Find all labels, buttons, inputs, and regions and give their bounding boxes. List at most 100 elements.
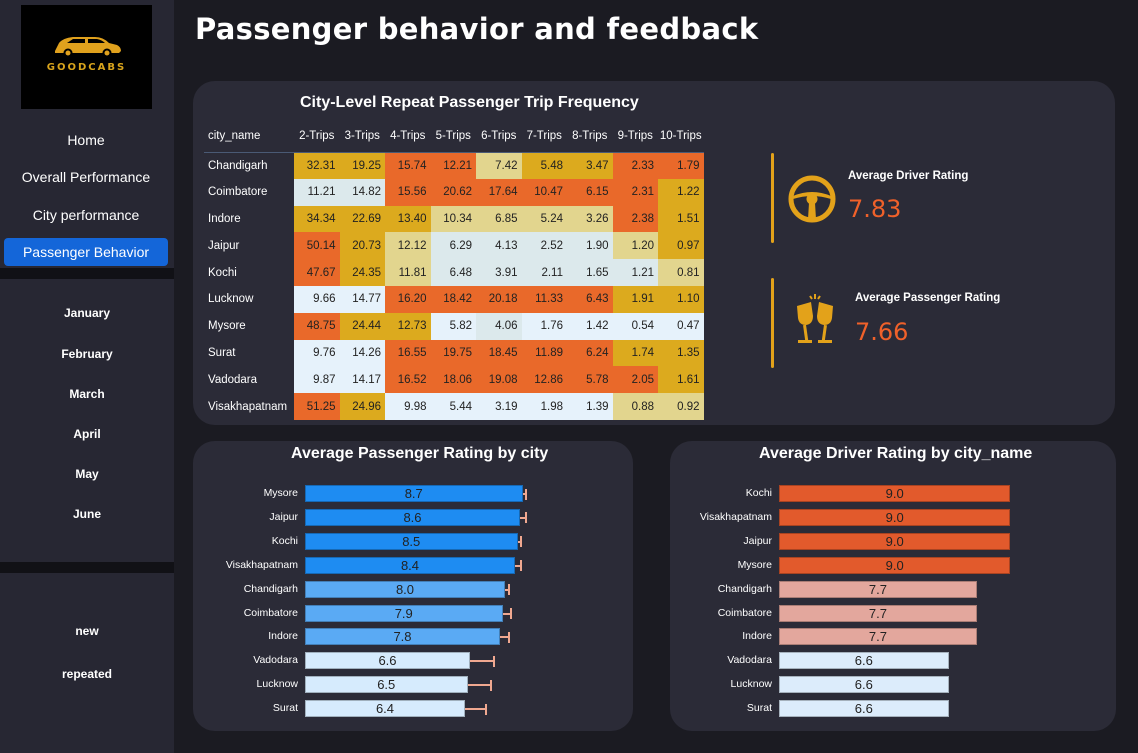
bar-category-label: Chandigarh [717,582,772,595]
heatmap-table: city_name 2-Trips 3-Trips 4-Trips 5-Trips 6-T… [204,121,704,420]
heatmap-cell: 0.54 [612,312,658,340]
heatmap-cell: 0.97 [658,232,704,260]
bar-value-label: 8.6 [403,509,422,525]
heatmap-cell: 0.88 [612,393,658,420]
heatmap-cell: 47.67 [294,259,340,286]
filter-new[interactable]: new [0,624,174,638]
passenger-rating-chart-card: Average Passenger Rating by city Mysore 8… [193,441,633,731]
bar-category-label: Chandigarh [243,582,298,595]
heatmap-cell: 22.69 [339,205,385,233]
nav-city-performance[interactable]: City performance [4,201,168,229]
bar-value-label: 7.7 [868,629,887,645]
row-city-name: Surat [204,339,294,367]
heatmap-cell: 11.89 [521,339,567,367]
month-february[interactable]: February [0,347,174,361]
heatmap-cell: 2.52 [521,232,567,260]
heatmap-cell: 24.44 [339,312,385,340]
heatmap-cell: 15.56 [385,178,431,206]
nav-overall-performance[interactable]: Overall Performance [4,163,168,191]
heatmap-cell: 18.06 [430,366,476,394]
row-city-name: Indore [204,205,294,233]
row-city-name: Lucknow [204,285,294,313]
nav-passenger-behavior[interactable]: Passenger Behavior [4,238,168,266]
heatmap-cell: 1.39 [567,393,613,420]
bar-value-label: 7.7 [868,581,887,597]
bar-category-label: Visakhapatnam [699,510,772,523]
month-march[interactable]: March [0,387,174,401]
nav-home[interactable]: Home [4,126,168,154]
heatmap-cell: 16.55 [385,339,431,367]
filter-repeated[interactable]: repeated [0,667,174,681]
column-header: 6-Trips [481,130,517,143]
table-row: Kochi 47.67 24.35 11.81 6.48 3.91 2.11 1.65 1.21… [204,259,704,286]
column-header: 4-Trips [390,130,426,143]
error-bar-cap [507,584,510,596]
month-june[interactable]: June [0,507,174,521]
steering-wheel-icon [788,175,836,223]
heatmap-cell: 1.74 [612,339,658,367]
bar-value-label: 6.6 [378,653,397,669]
table-row: Vadodara 9.87 14.17 16.52 18.06 19.08 12.86 5.7… [204,366,704,394]
heatmap-cell: 1.61 [658,366,704,394]
heatmap-cell: 18.45 [476,339,522,367]
heatmap-cell: 15.74 [385,151,431,179]
bar-category-label: Visakhapatnam [225,558,298,571]
row-city-name: Chandigarh [204,151,294,179]
heatmap-cell: 2.38 [612,205,658,233]
heatmap-cell: 6.43 [567,285,613,313]
heatmap-cell: 9.66 [294,285,340,313]
heatmap-cell: 20.18 [476,285,522,313]
heatmap-cell: 1.10 [658,285,704,313]
table-row: Visakhapatnam 51.25 24.96 9.98 5.44 3.19 1.98 1… [204,393,704,420]
heatmap-cell: 5.48 [521,151,567,179]
bar-category-label: Lucknow [256,678,298,691]
heatmap-cell: 18.42 [430,285,476,313]
heatmap-cell: 5.82 [430,312,476,340]
month-april[interactable]: April [0,427,174,441]
heatmap-cell: 9.98 [385,393,431,420]
heatmap-cell: 1.21 [612,259,658,286]
heatmap-cell: 11.81 [385,259,431,286]
heatmap-cell: 1.76 [521,312,567,340]
sidebar: GOODCABS Home Overall Performance City p… [0,0,174,753]
bar-value-label: 9.0 [885,557,904,573]
driver-chart-title: Average Driver Rating by city_name [759,445,1033,462]
heatmap-cell: 0.92 [658,393,704,420]
heatmap-cell: 2.31 [612,178,658,206]
heatmap-cell: 12.73 [385,312,431,340]
heatmap-cell: 5.78 [567,366,613,394]
heatmap-cell: 2.11 [521,259,567,286]
kpi-accent-bar [771,278,774,368]
bar-category-label: Mysore [263,487,298,499]
bar-value-label: 6.4 [375,701,395,717]
column-header: 3-Trips [344,130,380,143]
column-header: 8-Trips [572,130,608,143]
column-header: 10-Trips [659,130,702,143]
error-bar-cap [485,703,487,715]
heatmap-cell: 6.48 [430,259,476,286]
month-may[interactable]: May [0,467,174,481]
heatmap-cell: 1.35 [658,339,704,367]
heatmap-cell: 5.44 [430,393,476,420]
error-bar [467,684,490,687]
kpi-label: Average Passenger Rating [855,292,1001,304]
bar-category-label: Kochi [271,534,298,547]
heatmap-cell: 1.51 [658,205,704,233]
heatmap-cell: 16.20 [385,285,431,313]
logo-text: GOODCABS [46,62,127,73]
error-bar-cap [525,488,527,500]
heatmap-title: City-Level Repeat Passenger Trip Frequen… [300,94,639,111]
month-january[interactable]: January [0,306,174,320]
heatmap-cell: 12.86 [521,366,567,394]
bar-value-label: 8.5 [402,533,421,549]
column-header-city-name: city_name [208,130,261,143]
bar-category-label: Vadodara [727,654,772,667]
table-row: Indore 34.34 22.69 13.40 10.34 6.85 5.24 3.26 2.… [204,205,704,233]
heatmap-cell: 12.21 [430,151,476,179]
bar-value-label: 9.0 [885,486,904,501]
bar-category-label: Kochi [745,487,772,499]
bar-value-label: 6.6 [854,677,873,693]
error-bar [502,612,510,615]
heatmap-cell: 9.76 [294,339,340,367]
heatmap-cell: 16.52 [385,366,431,394]
